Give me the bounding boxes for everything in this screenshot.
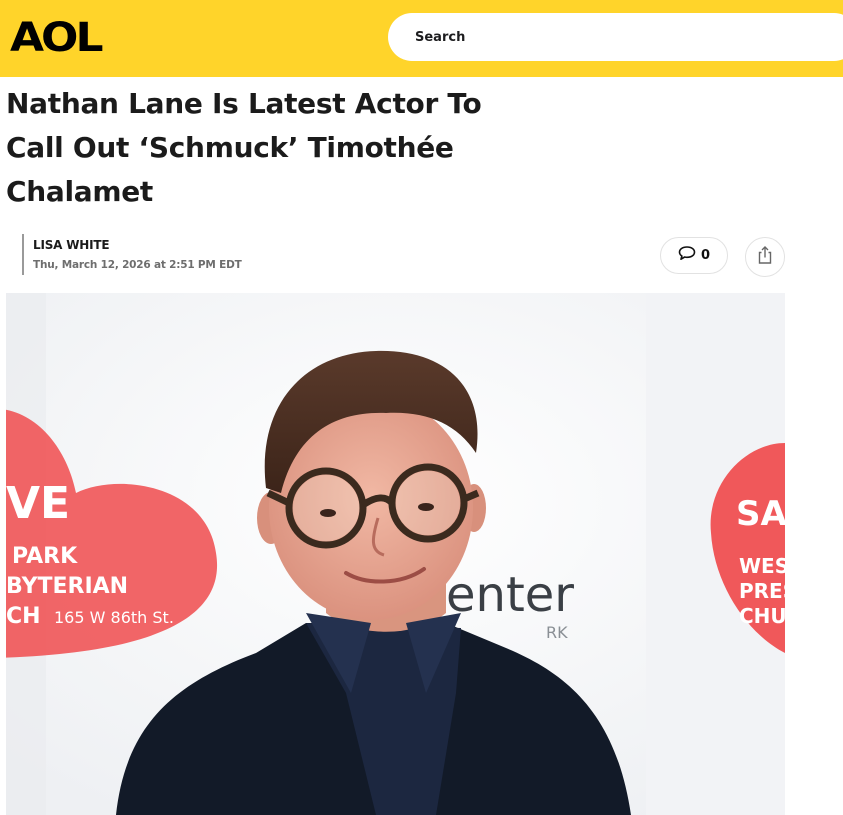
backdrop-text-ve: VE bbox=[6, 478, 70, 529]
backdrop-text-sa: SA bbox=[736, 494, 785, 534]
comments-count: 0 bbox=[700, 248, 711, 263]
backdrop-text-enter: enter bbox=[446, 567, 574, 623]
backdrop-text-chu: CHU bbox=[739, 604, 785, 628]
aol-logo[interactable]: AOL bbox=[10, 15, 103, 60]
backdrop-text-wes: WES bbox=[739, 554, 785, 578]
backdrop-text-ch: CH bbox=[6, 604, 41, 629]
search-placeholder: Search bbox=[415, 29, 466, 45]
search-input[interactable]: Search bbox=[388, 13, 843, 61]
speech-bubble-icon bbox=[678, 245, 696, 266]
share-icon bbox=[756, 245, 774, 270]
site-header: AOL Search bbox=[0, 0, 843, 77]
backdrop-text-rk: RK bbox=[546, 623, 568, 642]
hero-photo: VE PARK BYTERIAN CH 165 W 86th St. SA WE… bbox=[6, 293, 785, 815]
backdrop-text-pres: PRES bbox=[739, 579, 785, 603]
share-button[interactable] bbox=[745, 237, 785, 277]
byline: LISA WHITE Thu, March 12, 2026 at 2:51 P… bbox=[22, 234, 242, 275]
author-name[interactable]: LISA WHITE bbox=[33, 238, 242, 252]
backdrop-text-address: 165 W 86th St. bbox=[54, 608, 174, 627]
backdrop-text-park: PARK bbox=[12, 544, 78, 569]
article-title: Nathan Lane Is Latest Actor To Call Out … bbox=[6, 87, 482, 208]
backdrop-text-byterian: BYTERIAN bbox=[6, 574, 128, 599]
comments-button[interactable]: 0 bbox=[660, 237, 728, 274]
publish-date: Thu, March 12, 2026 at 2:51 PM EDT bbox=[33, 259, 242, 271]
